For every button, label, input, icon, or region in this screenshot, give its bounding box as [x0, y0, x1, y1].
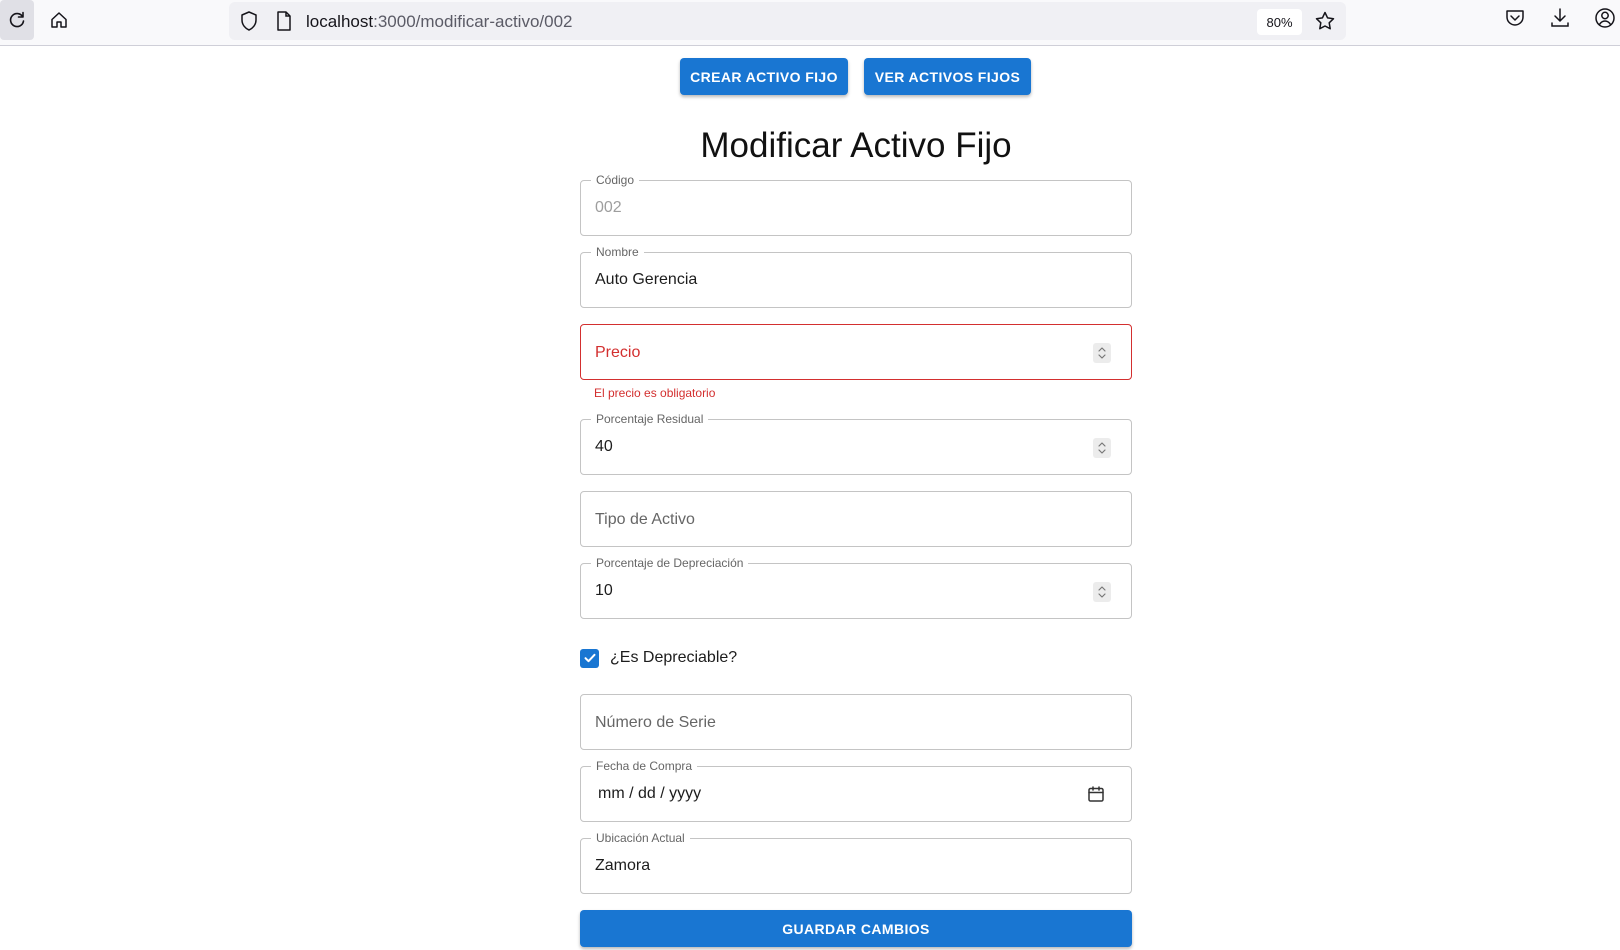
- url-text[interactable]: localhost:3000/modificar-activo/002: [306, 12, 573, 32]
- create-asset-button[interactable]: CREAR ACTIVO FIJO: [680, 58, 848, 95]
- porcentaje-depreciacion-label: Porcentaje de Depreciación: [591, 555, 749, 571]
- pocket-icon[interactable]: [1504, 6, 1526, 35]
- codigo-label: Código: [591, 172, 640, 188]
- fecha-compra-value: mm / dd / yyyy: [598, 785, 702, 802]
- fecha-compra-field[interactable]: Fecha de Compra mm / dd / yyyy: [580, 758, 1132, 822]
- numero-serie-placeholder: Número de Serie: [595, 714, 716, 731]
- check-icon: [584, 653, 595, 663]
- es-depreciable-label: ¿Es Depreciable?: [610, 649, 738, 666]
- codigo-value: 002: [595, 199, 622, 216]
- es-depreciable-checkbox[interactable]: [580, 648, 599, 668]
- account-icon[interactable]: [1594, 6, 1616, 35]
- precio-error-text: El precio es obligatorio: [594, 386, 716, 400]
- precio-stepper-icon[interactable]: [1093, 343, 1111, 363]
- porcentaje-depreciacion-field[interactable]: Porcentaje de Depreciación 10: [580, 555, 1132, 619]
- reload-icon[interactable]: [0, 0, 34, 40]
- page-icon[interactable]: [275, 10, 293, 37]
- porcentaje-residual-label: Porcentaje Residual: [591, 411, 709, 427]
- fecha-compra-label: Fecha de Compra: [591, 758, 698, 774]
- nombre-label: Nombre: [591, 244, 644, 260]
- ubicacion-actual-field[interactable]: Ubicación Actual Zamora: [580, 830, 1132, 894]
- es-depreciable-row[interactable]: ¿Es Depreciable?: [580, 646, 737, 670]
- browser-toolbar: localhost:3000/modificar-activo/002 80%: [0, 0, 1620, 46]
- zoom-indicator[interactable]: 80%: [1257, 9, 1302, 35]
- url-bar[interactable]: localhost:3000/modificar-activo/002 80%: [229, 2, 1346, 40]
- tipo-activo-placeholder: Tipo de Activo: [595, 511, 695, 528]
- precio-placeholder: Precio: [595, 344, 641, 361]
- save-changes-button[interactable]: GUARDAR CAMBIOS: [580, 910, 1132, 947]
- codigo-field[interactable]: Código 002: [580, 172, 1132, 236]
- url-path: :3000/modificar-activo/002: [373, 12, 573, 31]
- ubicacion-actual-value: Zamora: [595, 857, 651, 874]
- download-icon[interactable]: [1549, 6, 1571, 35]
- precio-field[interactable]: Precio: [580, 324, 1132, 380]
- porcentaje-residual-value: 40: [595, 438, 613, 455]
- page-title: Modificar Activo Fijo: [700, 126, 1012, 165]
- home-icon[interactable]: [42, 0, 76, 40]
- url-host: localhost: [306, 12, 374, 31]
- shield-icon[interactable]: [239, 10, 259, 37]
- nombre-field[interactable]: Nombre Auto Gerencia: [580, 244, 1132, 308]
- tipo-activo-field[interactable]: Tipo de Activo: [580, 491, 1132, 547]
- nombre-value: Auto Gerencia: [595, 271, 698, 288]
- porcentaje-residual-stepper-icon[interactable]: [1093, 438, 1111, 458]
- ubicacion-actual-label: Ubicación Actual: [591, 830, 690, 846]
- calendar-icon[interactable]: [1087, 785, 1105, 808]
- star-icon[interactable]: [1314, 10, 1336, 37]
- view-assets-button[interactable]: VER ACTIVOS FIJOS: [864, 58, 1031, 95]
- porcentaje-depreciacion-value: 10: [595, 582, 613, 599]
- numero-serie-field[interactable]: Número de Serie: [580, 694, 1132, 750]
- porcentaje-depreciacion-stepper-icon[interactable]: [1093, 582, 1111, 602]
- porcentaje-residual-field[interactable]: Porcentaje Residual 40: [580, 411, 1132, 475]
